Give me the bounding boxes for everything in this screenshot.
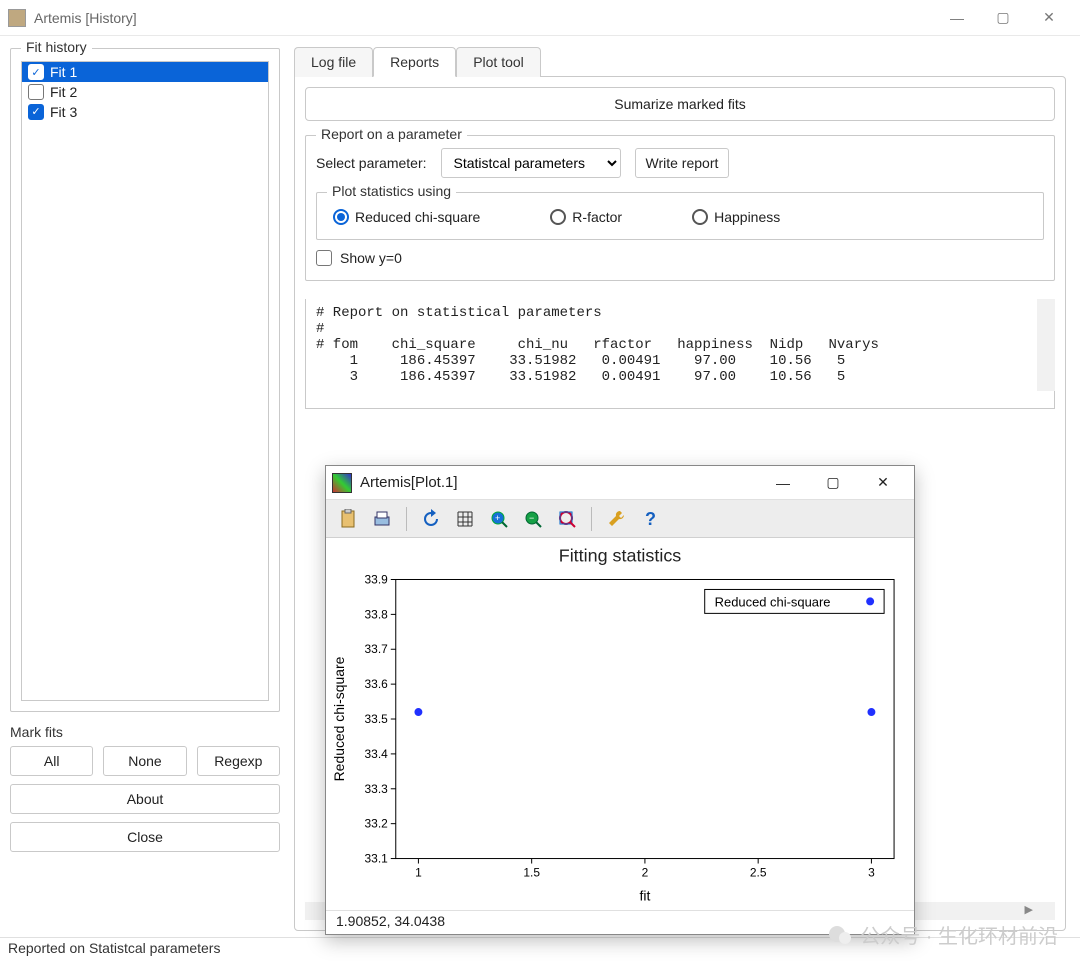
svg-text:33.1: 33.1 xyxy=(365,852,389,866)
svg-text:33.6: 33.6 xyxy=(365,677,389,691)
help-icon[interactable]: ? xyxy=(636,505,664,533)
fit-item-label: Fit 3 xyxy=(50,104,77,120)
tab-log-file[interactable]: Log file xyxy=(294,47,373,77)
plot-statistics-group: Plot statistics using Reduced chi-square… xyxy=(316,192,1044,240)
mark-fits-legend: Mark fits xyxy=(10,724,280,740)
svg-text:−: − xyxy=(529,513,534,523)
radio-reduced-chi[interactable]: Reduced chi-square xyxy=(333,209,480,225)
report-parameter-group: Report on a parameter Select parameter: … xyxy=(305,135,1055,281)
refresh-icon[interactable] xyxy=(417,505,445,533)
plot-window[interactable]: Artemis[Plot.1] — ▢ ✕ + − ? Fitting stat… xyxy=(325,465,915,935)
maximize-button[interactable]: ▢ xyxy=(980,3,1026,33)
svg-text:33.8: 33.8 xyxy=(365,607,389,621)
svg-text:33.5: 33.5 xyxy=(365,712,389,726)
select-parameter-label: Select parameter: xyxy=(316,155,427,171)
zoom-in-icon[interactable]: + xyxy=(485,505,513,533)
mark-all-button[interactable]: All xyxy=(10,746,93,776)
plot-close-button[interactable]: ✕ xyxy=(858,469,908,497)
report-text-container: # Report on statistical parameters # # f… xyxy=(305,299,1055,409)
mark-regexp-button[interactable]: Regexp xyxy=(197,746,280,776)
radio-rfactor[interactable]: R-factor xyxy=(550,209,622,225)
svg-text:1: 1 xyxy=(415,865,422,879)
chart-svg: Fitting statistics33.133.233.333.433.533… xyxy=(326,538,914,910)
status-bar: Reported on Statistcal parameters xyxy=(0,937,1080,961)
zoom-out-icon[interactable]: − xyxy=(519,505,547,533)
radio-dot-icon xyxy=(333,209,349,225)
plot-title: Artemis[Plot.1] xyxy=(360,474,758,491)
summarize-button[interactable]: Sumarize marked fits xyxy=(305,87,1055,121)
fit-item-3[interactable]: Fit 3 xyxy=(22,102,268,122)
close-button[interactable]: ✕ xyxy=(1026,3,1072,33)
svg-text:?: ? xyxy=(645,509,656,529)
zoom-region-icon[interactable] xyxy=(553,505,581,533)
titlebar[interactable]: Artemis [History] — ▢ ✕ xyxy=(0,0,1080,36)
fit-history-group: Fit history Fit 1 Fit 2 Fit 3 xyxy=(10,48,280,712)
fit-item-label: Fit 2 xyxy=(50,84,77,100)
svg-text:33.4: 33.4 xyxy=(365,747,389,761)
fit-item-check-3[interactable] xyxy=(28,104,44,120)
wrench-icon[interactable] xyxy=(602,505,630,533)
svg-text:Fitting statistics: Fitting statistics xyxy=(559,546,682,566)
minimize-button[interactable]: — xyxy=(934,3,980,33)
fit-item-label: Fit 1 xyxy=(50,64,77,80)
tab-bar: Log file Reports Plot tool xyxy=(294,46,1066,76)
svg-text:Reduced chi-square: Reduced chi-square xyxy=(715,594,831,609)
window-title: Artemis [History] xyxy=(34,10,934,26)
fit-item-check-2[interactable] xyxy=(28,84,44,100)
report-group-legend: Report on a parameter xyxy=(316,126,467,142)
svg-text:Reduced chi-square: Reduced chi-square xyxy=(331,656,347,781)
svg-text:2.5: 2.5 xyxy=(750,865,767,879)
app-icon xyxy=(8,9,26,27)
plot-statistics-legend: Plot statistics using xyxy=(327,183,456,199)
mark-fits-group: Mark fits All None Regexp About Close xyxy=(10,724,280,852)
grid-icon[interactable] xyxy=(451,505,479,533)
clipboard-icon[interactable] xyxy=(334,505,362,533)
fit-item-check-1[interactable] xyxy=(28,64,44,80)
mark-none-button[interactable]: None xyxy=(103,746,186,776)
fit-item-1[interactable]: Fit 1 xyxy=(22,62,268,82)
select-parameter[interactable]: Statistcal parameters xyxy=(441,148,621,178)
radio-happiness[interactable]: Happiness xyxy=(692,209,780,225)
svg-text:33.9: 33.9 xyxy=(365,572,389,586)
tab-reports[interactable]: Reports xyxy=(373,47,456,77)
write-report-button[interactable]: Write report xyxy=(635,148,730,178)
plot-status-bar: 1.90852, 34.0438 xyxy=(326,910,914,934)
show-y0-checkbox[interactable] xyxy=(316,250,332,266)
plot-toolbar: + − ? xyxy=(326,500,914,538)
fit-item-2[interactable]: Fit 2 xyxy=(22,82,268,102)
plot-maximize-button[interactable]: ▢ xyxy=(808,469,858,497)
fit-history-list[interactable]: Fit 1 Fit 2 Fit 3 xyxy=(21,61,269,701)
about-button[interactable]: About xyxy=(10,784,280,814)
report-text-area[interactable]: # Report on statistical parameters # # f… xyxy=(305,299,1055,409)
show-y0-label: Show y=0 xyxy=(340,250,402,266)
plot-minimize-button[interactable]: — xyxy=(758,469,808,497)
left-panel: Fit history Fit 1 Fit 2 Fit 3 xyxy=(0,36,290,937)
svg-text:3: 3 xyxy=(868,865,875,879)
svg-text:33.2: 33.2 xyxy=(365,817,389,831)
plot-titlebar[interactable]: Artemis[Plot.1] — ▢ ✕ xyxy=(326,466,914,500)
svg-text:+: + xyxy=(495,513,500,523)
radio-dot-icon xyxy=(692,209,708,225)
close-panel-button[interactable]: Close xyxy=(10,822,280,852)
window-controls: — ▢ ✕ xyxy=(934,3,1072,33)
svg-text:2: 2 xyxy=(642,865,649,879)
plot-app-icon xyxy=(332,473,352,493)
svg-text:33.3: 33.3 xyxy=(365,782,389,796)
radio-dot-icon xyxy=(550,209,566,225)
vertical-scrollbar[interactable] xyxy=(1037,299,1055,391)
plot-area[interactable]: Fitting statistics33.133.233.333.433.533… xyxy=(326,538,914,910)
tab-plot-tool[interactable]: Plot tool xyxy=(456,47,541,77)
svg-text:33.7: 33.7 xyxy=(365,642,389,656)
svg-text:fit: fit xyxy=(639,887,650,903)
print-icon[interactable] xyxy=(368,505,396,533)
fit-history-legend: Fit history xyxy=(21,39,92,55)
svg-text:1.5: 1.5 xyxy=(523,865,540,879)
